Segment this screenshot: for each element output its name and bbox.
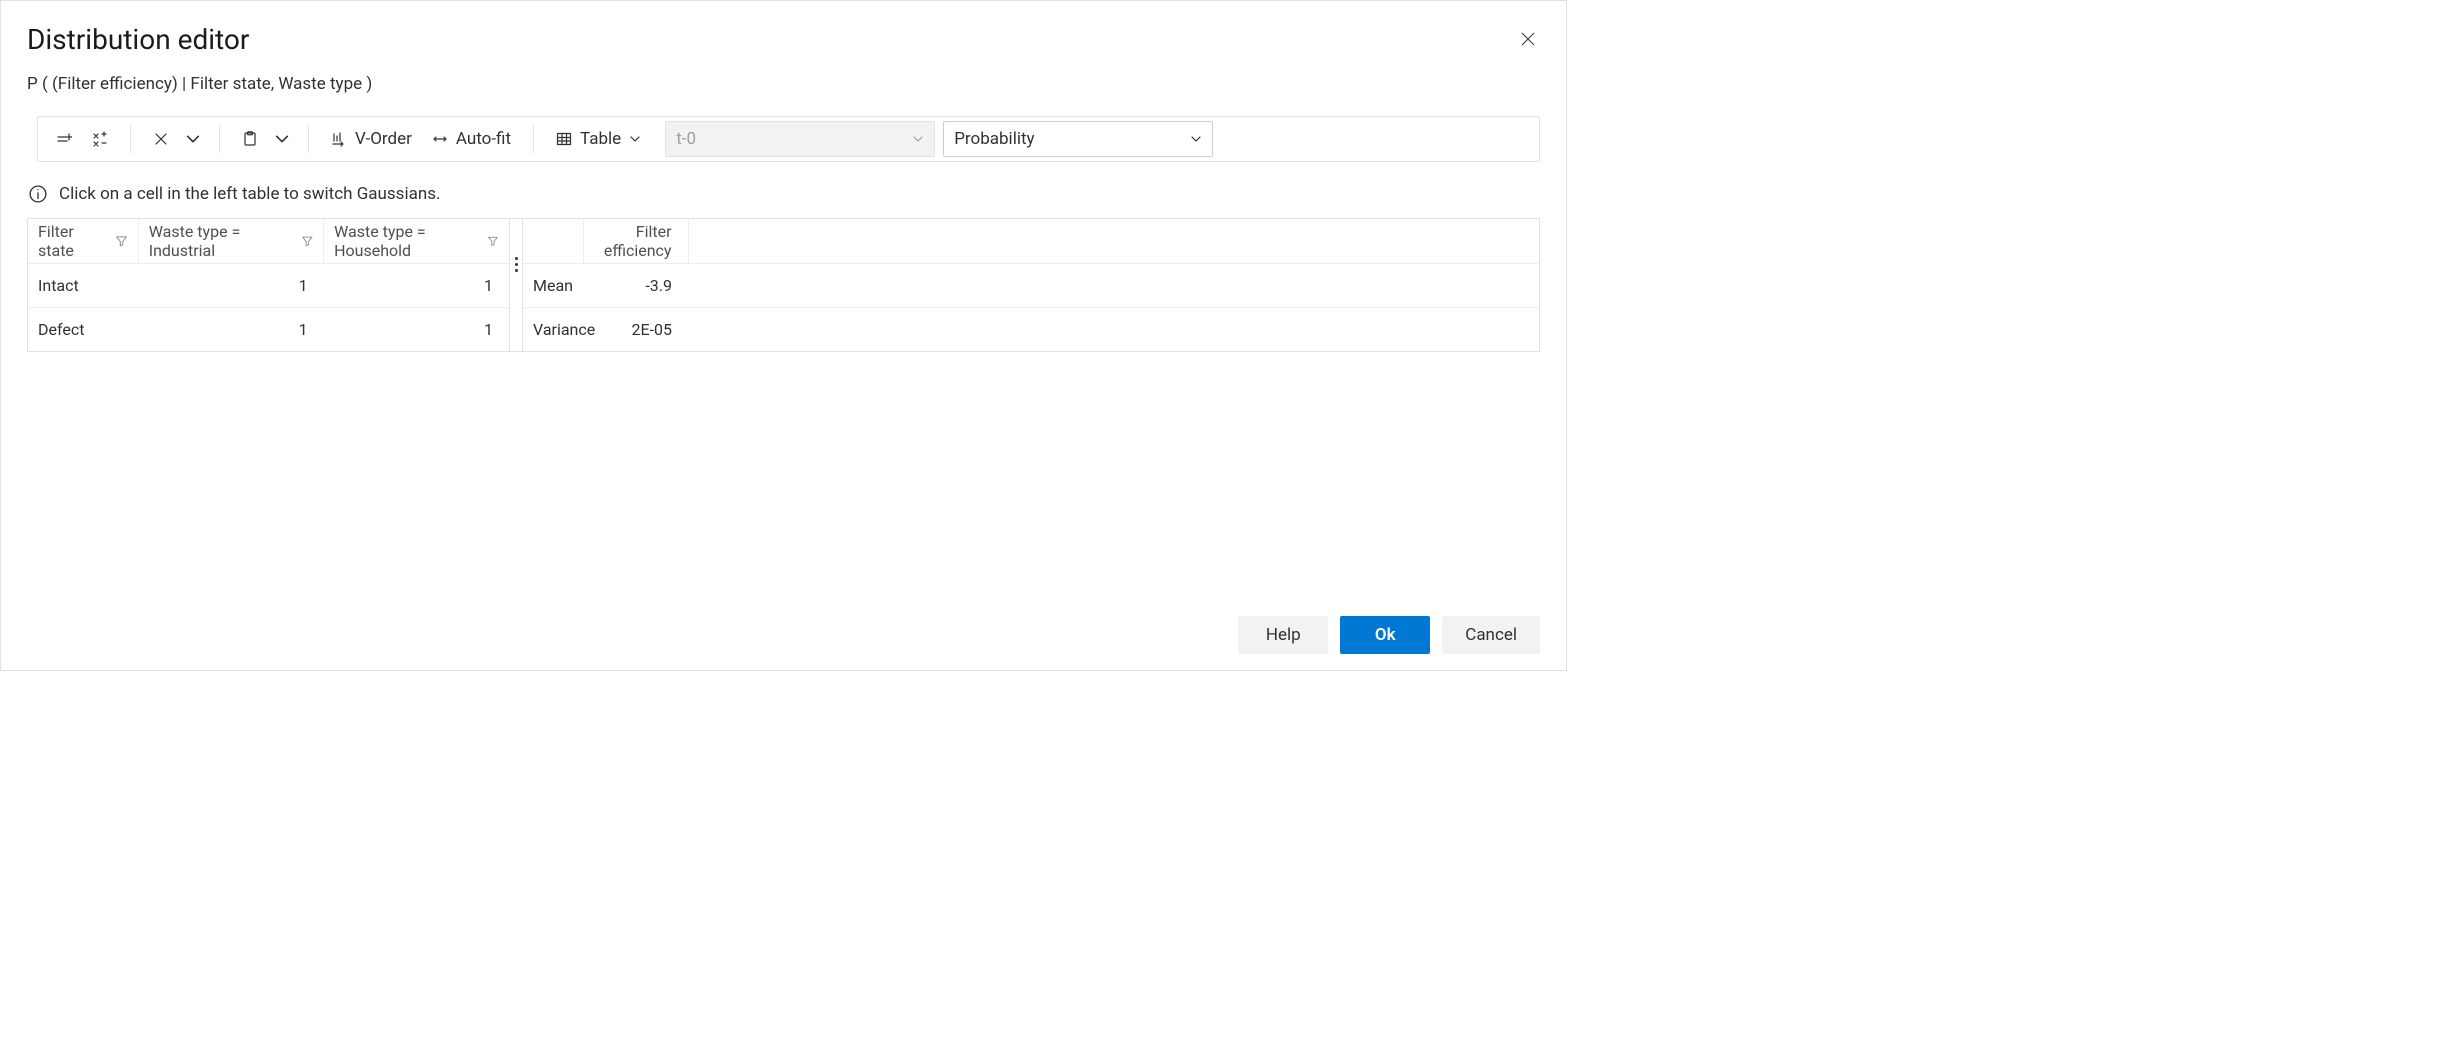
time-select-value: t-0 [676,129,696,149]
distribution-editor-dialog: Distribution editor P ( (Filter efficien… [0,0,1567,671]
view-mode-label: Table [580,129,621,149]
time-select: t-0 [665,121,935,157]
cell-industrial[interactable]: 1 [138,307,323,351]
param-value[interactable]: -3.9 [583,263,688,307]
table-icon [556,131,572,147]
gaussian-table: Filter efficiency Mean -3.9 Variance 2E-… [523,219,1539,351]
insert-row-icon [56,131,72,147]
header-filter-state-label: Filter state [38,222,109,260]
filter-icon[interactable] [115,234,128,248]
help-label: Help [1266,625,1301,645]
clipboard-button[interactable] [232,122,268,156]
clipboard-dropdown[interactable] [268,122,296,156]
info-message: Click on a cell in the left table to swi… [29,184,1540,204]
filter-icon[interactable] [301,234,314,248]
states-table: Filter state Waste type = Industrial [28,219,509,351]
table-splitter[interactable] [509,219,523,351]
dialog-footer: Help Ok Cancel [1238,616,1540,654]
header-waste-industrial[interactable]: Waste type = Industrial [138,219,323,263]
table-row: Mean -3.9 [523,263,1539,307]
metric-select-value: Probability [954,129,1034,149]
metric-select[interactable]: Probability [943,121,1213,157]
chevron-down-icon [185,131,201,147]
autofit-button[interactable]: Auto-fit [422,122,521,156]
x-icon [153,131,169,147]
math-ops-icon [92,131,108,147]
header-waste-household[interactable]: Waste type = Household [324,219,509,263]
chevron-down-icon [912,133,924,145]
param-value[interactable]: 2E-05 [583,307,688,351]
chevron-down-icon [1190,133,1202,145]
header-empty [523,219,583,263]
toolbar: V-Order Auto-fit Table t-0 [37,116,1540,162]
header-filter-efficiency-label: Filter efficiency [604,222,672,260]
autofit-icon [432,131,448,147]
drag-handle-icon [515,257,518,272]
header-spacer [688,219,1539,263]
chevron-down-icon [274,131,290,147]
math-ops-button[interactable] [82,122,118,156]
param-name: Mean [523,263,583,307]
autofit-label: Auto-fit [456,129,511,149]
distribution-expression: P ( (Filter efficiency) | Filter state, … [27,74,1540,94]
help-button[interactable]: Help [1238,616,1328,654]
close-button[interactable] [1516,27,1540,51]
cell-household[interactable]: 1 [324,307,509,351]
param-name: Variance [523,307,583,351]
cell-industrial[interactable]: 1 [138,263,323,307]
cell-state: Intact [28,263,138,307]
cell-household[interactable]: 1 [324,263,509,307]
cancel-button[interactable]: Cancel [1442,616,1540,654]
chevron-down-icon [629,133,641,145]
filter-icon[interactable] [487,234,499,248]
vorder-button[interactable]: V-Order [321,122,422,156]
ok-button[interactable]: Ok [1340,616,1430,654]
dialog-title: Distribution editor [27,23,249,56]
clipboard-icon [242,131,258,147]
clear-dropdown[interactable] [179,122,207,156]
close-icon [1518,29,1538,49]
table-row[interactable]: Defect 1 1 [28,307,509,351]
insert-row-button[interactable] [46,122,82,156]
cell-state: Defect [28,307,138,351]
table-row[interactable]: Intact 1 1 [28,263,509,307]
view-mode-button[interactable]: Table [546,122,651,156]
header-filter-state[interactable]: Filter state [28,219,138,263]
ok-label: Ok [1375,625,1396,645]
table-row: Variance 2E-05 [523,307,1539,351]
header-waste-industrial-label: Waste type = Industrial [149,222,295,260]
vorder-icon [331,131,347,147]
tables-container: Filter state Waste type = Industrial [27,218,1540,352]
header-filter-efficiency[interactable]: Filter efficiency [583,219,688,263]
vorder-label: V-Order [355,129,412,149]
clear-button[interactable] [143,122,179,156]
header-waste-household-label: Waste type = Household [334,222,481,260]
info-text: Click on a cell in the left table to swi… [59,184,440,204]
cancel-label: Cancel [1465,625,1517,645]
info-icon [29,185,47,203]
